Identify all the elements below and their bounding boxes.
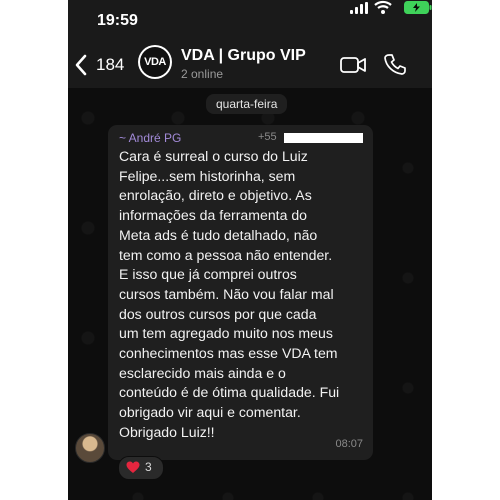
message-line: conteúdo é de ótima qualidade. Fui	[119, 384, 340, 401]
message-line: Felipe...sem historinha, sem	[119, 167, 296, 184]
sender-name[interactable]: ~ André PG	[119, 131, 181, 145]
message-time: 08:07	[335, 438, 363, 450]
group-name[interactable]: VDA | Grupo VIP	[181, 47, 306, 65]
message-line: um tem agregado muito nos meus	[119, 325, 333, 342]
video-call-icon[interactable]	[340, 56, 366, 74]
message-line: enrolação, direto e objetivo. As	[119, 187, 312, 204]
message-text: Cara é surreal o curso do Luiz Felipe...…	[119, 147, 367, 443]
phone-redaction	[284, 133, 363, 143]
message-bubble[interactable]: ~ André PG +55 Cara é surreal o curso do…	[108, 125, 373, 460]
message-line: Meta ads é tudo detalhado, não	[119, 226, 318, 243]
reaction-count: 3	[145, 460, 152, 474]
sender-avatar[interactable]	[75, 433, 105, 463]
group-avatar-text: VDA	[140, 47, 170, 77]
message-line: cursos também. Não vou falar mal	[119, 285, 334, 302]
message-line: Obrigado Luiz!!	[119, 423, 215, 440]
chat-header: 184 VDA VDA | Grupo VIP 2 online	[68, 44, 432, 88]
status-time: 19:59	[97, 12, 138, 29]
phone-call-icon[interactable]	[384, 53, 406, 75]
group-avatar[interactable]: VDA	[138, 45, 172, 79]
message-line: obrigado vir aqui e comentar.	[119, 404, 301, 421]
message-line: E isso que já comprei outros	[119, 266, 297, 283]
signal-icon	[350, 2, 370, 14]
sender-phone-prefix: +55	[258, 131, 277, 143]
message-line: dos outros cursos por que cada	[119, 305, 317, 322]
online-status: 2 online	[181, 67, 224, 81]
back-icon[interactable]	[74, 54, 88, 76]
message-line: conhecimentos mas esse VDA tem	[119, 345, 338, 362]
wifi-icon	[374, 0, 392, 14]
message-line: informações da ferramenta do	[119, 207, 308, 224]
date-separator: quarta-feira	[206, 94, 288, 114]
message-line: tem como a pessoa não entender.	[119, 246, 333, 263]
reaction-badge[interactable]: 3	[118, 456, 164, 480]
heart-icon	[126, 461, 140, 473]
unread-count[interactable]: 184	[96, 55, 124, 75]
phone-screen: 19:59 184 VDA VDA | Grupo VIP 2 online q…	[68, 0, 432, 500]
message-line: Cara é surreal o curso do Luiz	[119, 148, 308, 164]
status-bar: 19:59	[68, 0, 432, 44]
battery-icon	[404, 1, 432, 14]
message-line: esclarecido mais ainda e o	[119, 364, 286, 381]
